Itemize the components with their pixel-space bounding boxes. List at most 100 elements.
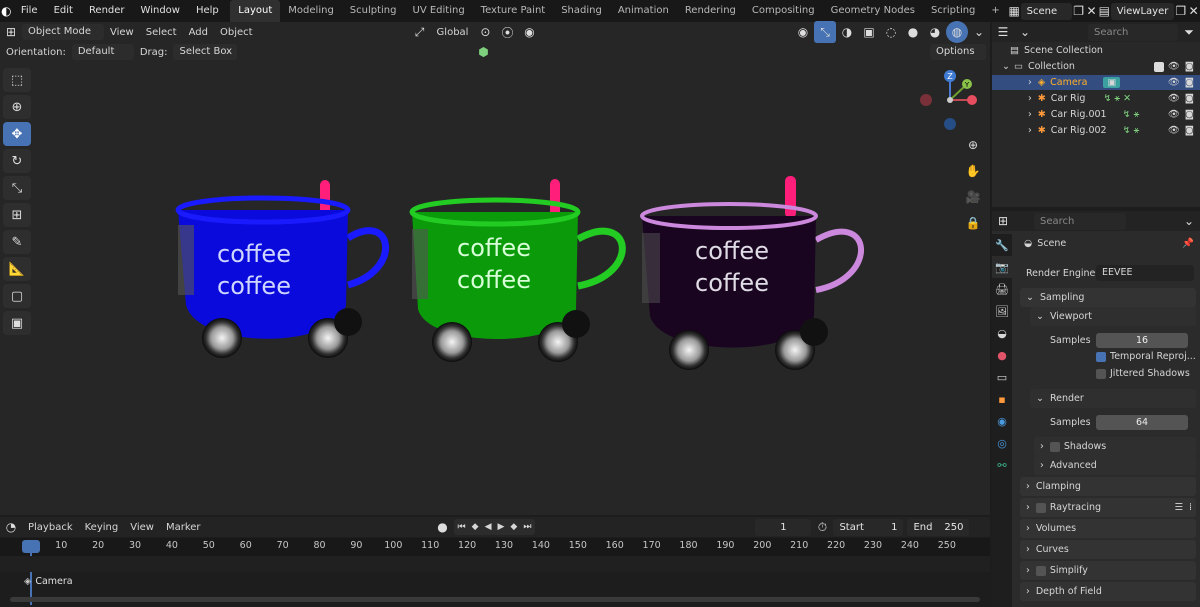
eye-icon[interactable]: 👁 <box>1168 93 1180 104</box>
menu-window[interactable]: Window <box>133 0 188 22</box>
advanced-subpanel[interactable]: › Advanced <box>1034 456 1196 475</box>
expand-icon[interactable]: ⌄ <box>1002 61 1010 72</box>
volumes-panel[interactable]: › Volumes <box>1020 519 1196 538</box>
prev-key-icon[interactable]: ◆ <box>472 522 479 532</box>
next-key-icon[interactable]: ◆ <box>510 522 517 532</box>
render-subpanel[interactable]: ⌄ Render <box>1030 389 1196 408</box>
scene-tab-icon[interactable]: ◒ <box>992 322 1012 344</box>
tab-texture-paint[interactable]: Texture Paint <box>473 0 554 22</box>
list-icon[interactable]: ☰ <box>1174 502 1183 513</box>
collection-tab-icon[interactable]: ▭ <box>992 366 1012 388</box>
new-viewlayer-icon[interactable]: ❐ <box>1174 0 1187 22</box>
select-box-tool-icon[interactable]: ⬚ <box>3 68 31 92</box>
output-tab-icon[interactable]: 🖨 <box>992 278 1012 300</box>
start-frame-field[interactable]: Start 1 <box>833 518 904 536</box>
menu-view[interactable]: View <box>104 27 140 38</box>
gizmo-toggle-icon[interactable]: ⤡ <box>814 21 836 43</box>
collection-row[interactable]: ⌄ ▭ Collection 👁 ◙ <box>992 59 1200 74</box>
collection-checkbox[interactable] <box>1153 61 1164 72</box>
outliner-item-camera[interactable]: › ◈ Camera ▣ 👁 ◙ <box>992 75 1200 90</box>
eye-icon[interactable]: 👁 <box>1168 109 1180 120</box>
add-object-tool-icon[interactable]: ▣ <box>3 311 31 335</box>
menu-timeline-view[interactable]: View <box>124 522 160 533</box>
snap-icon[interactable]: ⦿ <box>496 21 518 43</box>
scene-field[interactable]: Scene <box>1020 2 1073 20</box>
physics-tab-icon[interactable]: ◉ <box>992 410 1012 432</box>
menu-add[interactable]: Add <box>183 27 214 38</box>
tab-modeling[interactable]: Modeling <box>280 0 342 22</box>
outliner-item-car-rig-001[interactable]: › ✱ Car Rig.001 ↯ ⚹ 👁 ◙ <box>992 107 1200 122</box>
asset-shelf-icon[interactable]: ⬢ <box>472 41 494 63</box>
properties-options-icon[interactable]: ⌄ <box>1178 210 1200 232</box>
chevron-right-icon[interactable]: › <box>1028 77 1032 88</box>
cup-car-green[interactable]: coffee coffee <box>409 179 626 362</box>
world-tab-icon[interactable]: ● <box>992 344 1012 366</box>
jump-start-icon[interactable]: ⏮ <box>458 522 466 532</box>
camera-render-icon[interactable]: ◙ <box>1185 109 1194 120</box>
shading-options-icon[interactable]: ⌄ <box>968 21 990 43</box>
tab-layout[interactable]: Layout <box>230 0 281 22</box>
simplify-checkbox[interactable] <box>1035 565 1046 576</box>
playhead[interactable] <box>22 540 40 553</box>
menu-help[interactable]: Help <box>188 0 227 22</box>
timeline-track-camera[interactable]: ◈ Camera <box>24 576 73 587</box>
navigation-gizmo[interactable]: Z Y <box>910 66 980 136</box>
tab-sculpting[interactable]: Sculpting <box>342 0 405 22</box>
new-scene-icon[interactable]: ❐ <box>1072 0 1085 22</box>
pivot-icon[interactable]: ⊙ <box>474 21 496 43</box>
menu-select[interactable]: Select <box>140 27 183 38</box>
play-reverse-icon[interactable]: ◀ <box>485 522 492 532</box>
eye-icon[interactable]: 👁 <box>1168 125 1180 136</box>
dof-panel[interactable]: › Depth of Field <box>1020 582 1196 601</box>
viewlayer-field[interactable]: ViewLayer <box>1110 2 1175 20</box>
view-layer-tab-icon[interactable]: 🖼 <box>992 300 1012 322</box>
render-samples-field[interactable]: 64 <box>1096 415 1188 430</box>
chevron-right-icon[interactable]: › <box>1028 125 1032 136</box>
chevron-right-icon[interactable]: › <box>1028 109 1032 120</box>
pan-hand-icon[interactable]: ✋ <box>962 160 984 182</box>
sampling-panel[interactable]: ⌄ Sampling <box>1020 288 1196 307</box>
display-mode-icon[interactable]: ⌄ <box>1014 21 1036 43</box>
chevron-right-icon[interactable]: › <box>1028 93 1032 104</box>
properties-editor-icon[interactable]: ⊞ <box>992 210 1014 232</box>
camera-render-icon[interactable]: ◙ <box>1185 93 1194 104</box>
outliner-editor-icon[interactable]: ☰ <box>992 21 1014 43</box>
annotate-tool-icon[interactable]: ✎ <box>3 230 31 254</box>
play-icon[interactable]: ▶ <box>497 522 504 532</box>
move-tool-icon[interactable]: ✥ <box>3 122 31 146</box>
gizmo-x-icon[interactable] <box>967 95 977 105</box>
outliner-item-car-rig[interactable]: › ✱ Car Rig ↯ ⚹ ✕ 👁 ◙ <box>992 91 1200 106</box>
scale-tool-icon[interactable]: ⤡ <box>3 176 31 200</box>
shading-solid-icon[interactable]: ● <box>902 21 924 43</box>
pin-icon[interactable]: 📌 <box>1182 238 1194 249</box>
add-workspace-button[interactable]: + <box>983 0 1007 22</box>
tab-compositing[interactable]: Compositing <box>744 0 823 22</box>
tab-uv-editing[interactable]: UV Editing <box>405 0 473 22</box>
menu-render[interactable]: Render <box>81 0 133 22</box>
clamping-panel[interactable]: › Clamping <box>1020 477 1196 496</box>
tab-geometry-nodes[interactable]: Geometry Nodes <box>823 0 923 22</box>
shading-wireframe-icon[interactable]: ◌ <box>880 21 902 43</box>
tab-scripting[interactable]: Scripting <box>923 0 983 22</box>
curves-panel[interactable]: › Curves <box>1020 540 1196 559</box>
cup-car-purple[interactable]: coffee coffee <box>640 176 864 370</box>
current-frame-field[interactable]: 1 <box>755 518 812 536</box>
simplify-panel[interactable]: › Simplify <box>1020 561 1196 580</box>
lock-icon[interactable]: 🔒 <box>962 212 984 234</box>
orientation-dropdown[interactable]: Default <box>71 44 134 60</box>
remove-scene-icon[interactable]: ✕ <box>1085 0 1098 22</box>
gizmo-neg-z-icon[interactable] <box>944 118 956 130</box>
menu-file[interactable]: File <box>13 0 46 22</box>
tool-tab-icon[interactable]: 🔧 <box>992 234 1012 256</box>
timeline-editor-icon[interactable]: ◔ <box>0 516 22 538</box>
camera-render-icon[interactable]: ◙ <box>1185 125 1194 136</box>
filter-icon[interactable]: ⏷ <box>1178 21 1200 43</box>
tab-shading[interactable]: Shading <box>553 0 610 22</box>
timeline-scrollbar[interactable] <box>10 597 980 602</box>
data-tab-icon[interactable]: ⚯ <box>992 454 1012 476</box>
measure-tool-icon[interactable]: 📐 <box>3 257 31 281</box>
raytracing-checkbox[interactable] <box>1035 502 1046 513</box>
rotate-tool-icon[interactable]: ↻ <box>3 149 31 173</box>
transform-tool-icon[interactable]: ⊞ <box>3 203 31 227</box>
outliner-item-car-rig-002[interactable]: › ✱ Car Rig.002 ↯ ⚹ 👁 ◙ <box>992 123 1200 138</box>
